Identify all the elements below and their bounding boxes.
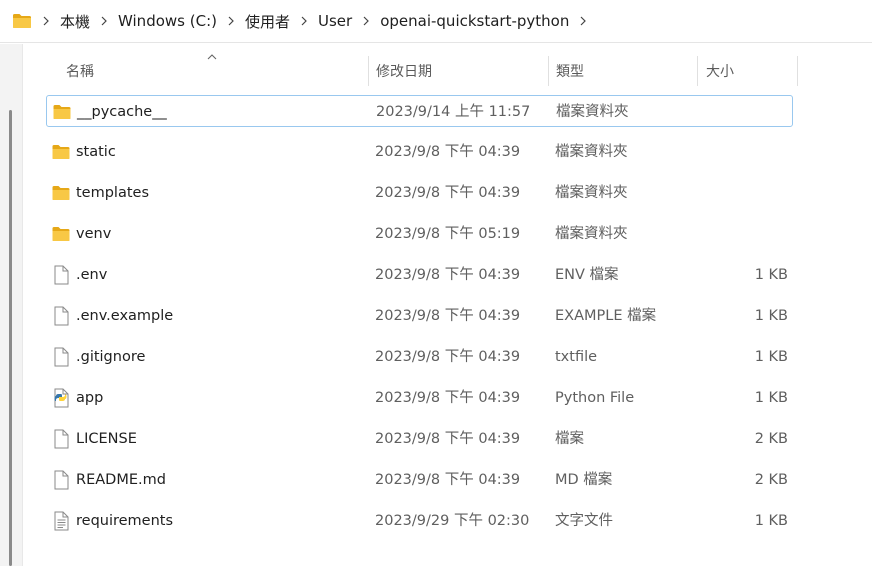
file-size: 1 KB (754, 308, 788, 324)
file-type: 檔案資料夾 (555, 185, 628, 201)
text-file-icon (52, 511, 70, 531)
file-type: 檔案 (555, 431, 584, 447)
file-row[interactable]: static 2023/9/8 下午 04:39 檔案資料夾 (46, 136, 793, 168)
file-size: 2 KB (754, 472, 788, 488)
folder-icon (52, 224, 70, 244)
column-header-name[interactable]: 名稱 (66, 56, 366, 86)
file-date-modified: 2023/9/8 下午 04:39 (375, 267, 521, 283)
breadcrumb-label[interactable]: openai-quickstart-python (376, 12, 573, 30)
file-size: 1 KB (754, 267, 788, 283)
column-header-type[interactable]: 類型 (556, 56, 694, 86)
file-type: txtfile (555, 349, 598, 365)
file-row[interactable]: .gitignore 2023/9/8 下午 04:39 txtfile 1 KB (46, 341, 793, 373)
chevron-right-icon[interactable] (221, 16, 241, 26)
file-type: ENV 檔案 (555, 267, 619, 283)
file-type: 檔案資料夾 (555, 144, 628, 160)
file-row[interactable]: README.md 2023/9/8 下午 04:39 MD 檔案 2 KB (46, 464, 793, 496)
file-row[interactable]: __pycache__ 2023/9/14 上午 11:57 檔案資料夾 (46, 95, 793, 127)
breadcrumb-item-this-pc[interactable]: 本機 (36, 11, 94, 32)
file-type: EXAMPLE 檔案 (555, 308, 657, 324)
file-name: templates (76, 185, 150, 201)
chevron-right-icon[interactable] (294, 16, 314, 26)
breadcrumb-label[interactable]: 本機 (56, 11, 94, 32)
file-row[interactable]: .env.example 2023/9/8 下午 04:39 EXAMPLE 檔案 1… (46, 300, 793, 332)
file-date-modified: 2023/9/14 上午 11:57 (376, 104, 531, 120)
file-icon (52, 470, 70, 490)
file-name: LICENSE (76, 431, 137, 447)
folder-icon (52, 183, 70, 203)
file-date-modified: 2023/9/8 下午 04:39 (375, 144, 521, 160)
file-date-modified: 2023/9/8 下午 04:39 (375, 390, 521, 406)
column-divider[interactable] (797, 56, 798, 86)
file-icon (52, 429, 70, 449)
python-file-icon (52, 388, 70, 408)
column-divider[interactable] (548, 56, 549, 86)
file-type: Python File (555, 390, 635, 406)
file-name: app (76, 390, 104, 406)
column-header-label: 修改日期 (376, 64, 432, 80)
address-bar[interactable]: 本機 Windows (C:) 使用者 User openai-quicksta… (0, 0, 872, 43)
column-header-size[interactable]: 大小 (706, 56, 796, 86)
chevron-right-icon[interactable] (356, 16, 376, 26)
file-size: 1 KB (754, 390, 788, 406)
file-size: 2 KB (754, 431, 788, 447)
file-name: .gitignore (76, 349, 146, 365)
file-name: README.md (76, 472, 166, 488)
file-name: requirements (76, 513, 174, 529)
chevron-right-icon[interactable] (36, 16, 56, 26)
file-row[interactable]: requirements 2023/9/29 下午 02:30 文字文件 1 KB (46, 505, 793, 537)
file-date-modified: 2023/9/8 下午 04:39 (375, 349, 521, 365)
file-name: static (76, 144, 116, 160)
breadcrumb-label[interactable]: Windows (C:) (114, 12, 221, 30)
file-row[interactable]: venv 2023/9/8 下午 05:19 檔案資料夾 (46, 218, 793, 250)
file-type: MD 檔案 (555, 472, 613, 488)
file-type: 檔案資料夾 (555, 226, 628, 242)
chevron-right-icon[interactable] (94, 16, 114, 26)
file-icon (52, 306, 70, 326)
file-name: .env.example (76, 308, 174, 324)
breadcrumb-item-drive-c[interactable]: Windows (C:) (94, 12, 221, 30)
file-date-modified: 2023/9/8 下午 04:39 (375, 431, 521, 447)
file-type: 文字文件 (555, 513, 613, 529)
scrollbar-thumb[interactable] (9, 110, 12, 566)
breadcrumb-label[interactable]: User (314, 12, 356, 30)
file-icon (52, 347, 70, 367)
pane-divider (22, 44, 23, 566)
folder-icon (13, 14, 31, 28)
file-size: 1 KB (754, 349, 788, 365)
folder-icon (53, 102, 71, 122)
column-header-label: 大小 (706, 64, 734, 80)
file-icon (52, 265, 70, 285)
file-name: .env (76, 267, 108, 283)
file-row[interactable]: .env 2023/9/8 下午 04:39 ENV 檔案 1 KB (46, 259, 793, 291)
file-name: venv (76, 226, 112, 242)
column-divider[interactable] (368, 56, 369, 86)
file-date-modified: 2023/9/8 下午 04:39 (375, 472, 521, 488)
file-row[interactable]: LICENSE 2023/9/8 下午 04:39 檔案 2 KB (46, 423, 793, 455)
chevron-right-icon[interactable] (573, 16, 593, 26)
breadcrumb-label[interactable]: 使用者 (241, 11, 294, 32)
breadcrumb-item-current-folder[interactable]: openai-quickstart-python (356, 12, 593, 30)
folder-icon (52, 142, 70, 162)
breadcrumb-item-users[interactable]: 使用者 (221, 11, 294, 32)
file-row[interactable]: app 2023/9/8 下午 04:39 Python File 1 KB (46, 382, 793, 414)
file-date-modified: 2023/9/29 下午 02:30 (375, 513, 530, 529)
file-size: 1 KB (754, 513, 788, 529)
breadcrumb-item-user[interactable]: User (294, 12, 356, 30)
file-date-modified: 2023/9/8 下午 05:19 (375, 226, 521, 242)
column-header-date[interactable]: 修改日期 (376, 56, 546, 86)
column-divider[interactable] (697, 56, 698, 86)
column-header-label: 名稱 (66, 64, 94, 80)
column-header-label: 類型 (556, 64, 584, 80)
file-name: __pycache__ (77, 104, 167, 120)
file-row[interactable]: templates 2023/9/8 下午 04:39 檔案資料夾 (46, 177, 793, 209)
file-date-modified: 2023/9/8 下午 04:39 (375, 308, 521, 324)
file-type: 檔案資料夾 (556, 104, 629, 120)
file-date-modified: 2023/9/8 下午 04:39 (375, 185, 521, 201)
